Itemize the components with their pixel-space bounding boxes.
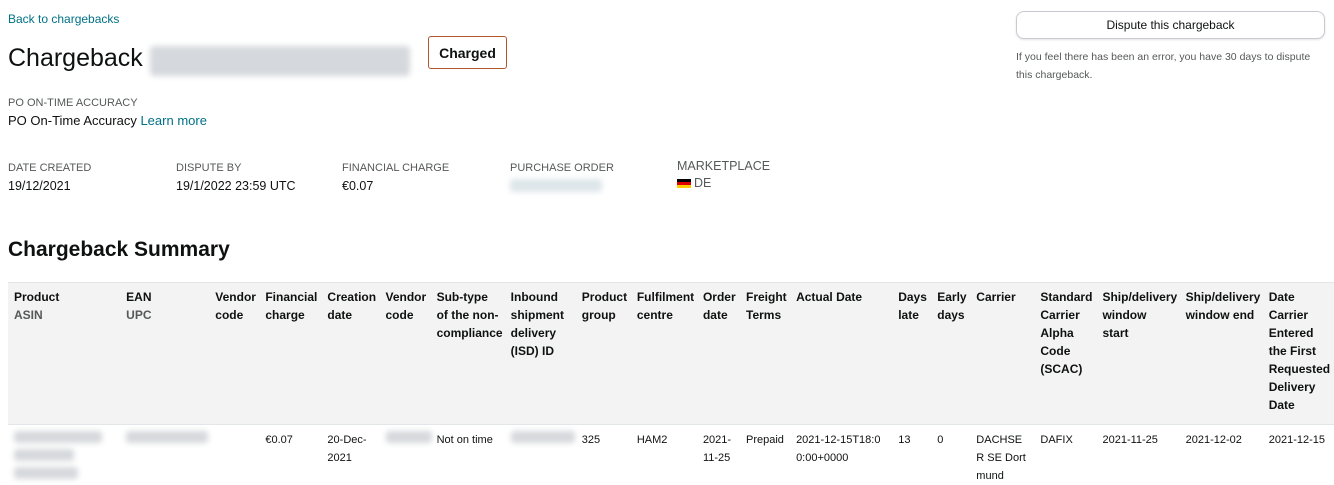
cell-freight-terms: Prepaid (740, 425, 790, 485)
cell-actual-date: 2021-12-15T18:00:00+0000 (790, 425, 892, 485)
col-freight-terms: Freight Terms (740, 283, 790, 425)
col-window-start: Ship/delivery window start (1096, 283, 1179, 425)
col-actual-date: Actual Date (790, 283, 892, 425)
cell-product (8, 425, 120, 485)
dispute-note: If you feel there has been an error, you… (1016, 48, 1328, 84)
back-to-chargebacks-link[interactable]: Back to chargebacks (8, 12, 119, 26)
status-badge: Charged (428, 36, 507, 69)
redacted-asin (14, 467, 78, 479)
dispute-by-value: 19/1/2022 23:59 UTC (176, 179, 296, 193)
cell-financial-charge: €0.07 (259, 425, 321, 485)
col-product: ProductASIN (8, 283, 120, 425)
marketplace-label: MARKETPLACE (677, 159, 770, 173)
marketplace-code: DE (694, 176, 711, 190)
redacted-vendor-code (386, 431, 432, 443)
purchase-order-value[interactable] (510, 179, 614, 195)
col-days-late: Days late (892, 283, 931, 425)
chargeback-summary-table-wrap: ProductASIN EANUPC Vendor code Financial… (8, 282, 1334, 485)
chargeback-summary-table: ProductASIN EANUPC Vendor code Financial… (8, 282, 1334, 485)
chargeback-summary-title: Chargeback Summary (8, 238, 230, 262)
meta-financial-charge: FINANCIAL CHARGE €0.07 (342, 162, 449, 193)
meta-dispute-by: DISPUTE BY 19/1/2022 23:59 UTC (176, 162, 296, 193)
redacted-chargeback-id (150, 46, 410, 76)
col-vendor-code: Vendor code (209, 283, 259, 425)
date-created-label: DATE CREATED (8, 162, 91, 176)
table-header-row: ProductASIN EANUPC Vendor code Financial… (8, 283, 1334, 425)
col-ean: EANUPC (120, 283, 209, 425)
cell-sub-type: Not on time (431, 425, 505, 485)
col-isd-id: Inbound shipment delivery (ISD) ID (505, 283, 576, 425)
cell-isd-id (505, 425, 576, 485)
col-product-group: Product group (576, 283, 631, 425)
cell-window-end: 2021-12-02 (1180, 425, 1263, 485)
redacted-purchase-order (510, 179, 602, 192)
col-scac: Standard Carrier Alpha Code (SCAC) (1034, 283, 1096, 425)
date-created-value: 19/12/2021 (8, 179, 91, 193)
chargeback-type-value: PO On-Time Accuracy (8, 113, 137, 128)
col-sub-type: Sub-type of the non-compliance (431, 283, 505, 425)
cell-early-days: 0 (931, 425, 970, 485)
col-vendor-code-2: Vendor code (380, 283, 431, 425)
germany-flag-icon (677, 179, 691, 188)
redacted-product (14, 431, 102, 443)
dispute-chargeback-button[interactable]: Dispute this chargeback (1016, 11, 1325, 39)
meta-purchase-order: PURCHASE ORDER (510, 162, 614, 195)
cell-days-late: 13 (892, 425, 931, 485)
col-fulfilment-centre: Fulfilment centre (631, 283, 697, 425)
cell-window-start: 2021-11-25 (1096, 425, 1179, 485)
chargeback-type: PO On-Time Accuracy Learn more (8, 113, 207, 128)
page-title: Chargeback (8, 44, 143, 73)
cell-product-group: 325 (576, 425, 631, 485)
cell-order-date: 2021-11-25 (697, 425, 740, 485)
redacted-ean (126, 431, 208, 443)
meta-date-created: DATE CREATED 19/12/2021 (8, 162, 91, 193)
col-early-days: Early days (931, 283, 970, 425)
learn-more-link[interactable]: Learn more (140, 113, 206, 128)
marketplace-value: DE (677, 176, 770, 190)
redacted-isd-id (511, 431, 575, 443)
cell-fulfilment-centre: HAM2 (631, 425, 697, 485)
cell-carrier: DACHSER SE Dortmund (970, 425, 1034, 485)
cell-first-requested-date: 2021-12-15 (1263, 425, 1334, 485)
cell-creation-date: 20-Dec-2021 (321, 425, 379, 485)
col-financial-charge: Financial charge (259, 283, 321, 425)
financial-charge-value: €0.07 (342, 179, 449, 193)
cell-scac: DAFIX (1034, 425, 1096, 485)
meta-marketplace: MARKETPLACE DE (677, 159, 770, 190)
col-carrier: Carrier (970, 283, 1034, 425)
cell-vendor-code (209, 425, 259, 485)
col-creation-date: Creation date (321, 283, 379, 425)
cell-ean (120, 425, 209, 485)
cell-vendor-code-2 (380, 425, 431, 485)
table-row: €0.07 20-Dec-2021 Not on time 325 HAM2 2… (8, 425, 1334, 485)
dispute-by-label: DISPUTE BY (176, 162, 296, 176)
col-first-requested-date: Date Carrier Entered the First Requested… (1263, 283, 1334, 425)
chargeback-type-caption: PO ON-TIME ACCURACY (8, 97, 138, 109)
col-window-end: Ship/delivery window end (1180, 283, 1263, 425)
purchase-order-label: PURCHASE ORDER (510, 162, 614, 176)
financial-charge-label: FINANCIAL CHARGE (342, 162, 449, 176)
redacted-product-2 (14, 449, 74, 461)
col-order-date: Order date (697, 283, 740, 425)
